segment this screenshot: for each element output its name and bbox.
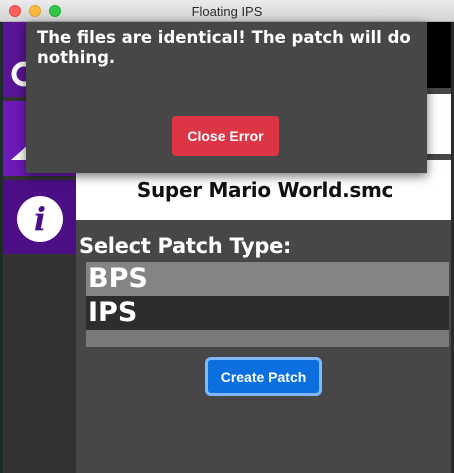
close-error-button[interactable]: Close Error [172, 116, 279, 156]
patch-option-bps[interactable]: BPS [86, 262, 449, 296]
selected-file-name: Super Mario World.smc [136, 178, 394, 202]
patch-option-ips[interactable]: IPS [86, 296, 449, 330]
window-title: Floating IPS [191, 4, 263, 19]
sidebar-item-info[interactable]: i [3, 180, 76, 254]
patch-type-select[interactable]: BPS IPS [86, 262, 449, 347]
error-modal: The files are identical! The patch will … [26, 22, 427, 173]
error-message: The files are identical! The patch will … [37, 28, 411, 67]
title-bar[interactable]: Floating IPS [0, 0, 454, 22]
patch-type-label: Select Patch Type: [79, 234, 292, 258]
info-icon: i [17, 196, 63, 242]
create-patch-button[interactable]: Create Patch [205, 357, 322, 396]
app-window: Floating IPS i Super Mario World.smc Sel… [0, 0, 454, 473]
